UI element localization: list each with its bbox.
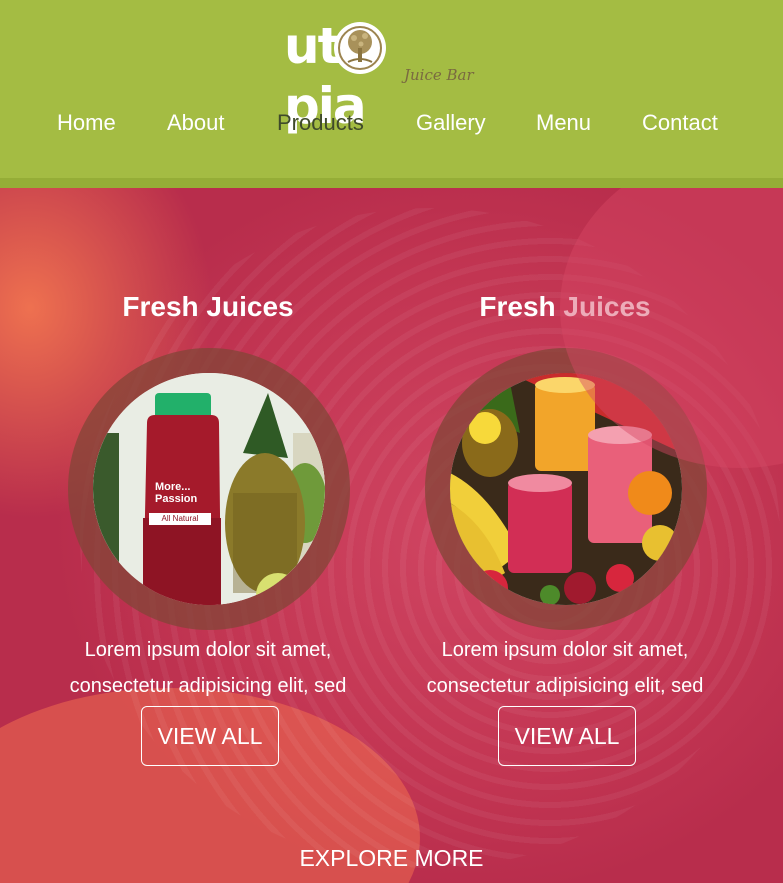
card-description-line1: Lorem ipsum dolor sit amet, (84, 639, 332, 661)
image-ring: More... Passion All Natural (68, 348, 350, 630)
site-header: utpia Juice Bar Home About Products Gall… (0, 0, 783, 178)
card-description: Lorem ipsum dolor sit amet, consectetur … (400, 632, 730, 704)
bottle-tag: All Natural (149, 513, 211, 525)
nav-products[interactable]: Products (277, 108, 364, 138)
nav-gallery[interactable]: Gallery (416, 108, 486, 138)
logo-subtitle: Juice Bar (404, 66, 474, 84)
product-card-bottled: Fresh Juices More... Passion All Natural… (43, 188, 373, 788)
view-all-button[interactable]: VIEW ALL (498, 706, 636, 766)
bottle-label-line2: Passion (155, 493, 198, 505)
bottle-label-line1: More... (155, 481, 191, 493)
card-description-line2: consectetur adipisicing elit, sed (69, 675, 347, 697)
smoothies-fruit-photo (450, 373, 682, 605)
tree-of-life-icon (334, 22, 386, 74)
header-divider (0, 178, 783, 188)
card-description-line1: Lorem ipsum dolor sit amet, (441, 639, 689, 661)
main-nav: Home About Products Gallery Menu Contact (0, 108, 783, 138)
site-logo[interactable]: utpia Juice Bar (284, 14, 474, 135)
bottle-label: More... Passion (155, 481, 197, 505)
explore-more-link[interactable]: EXPLORE MORE (0, 843, 783, 873)
products-hero: Fresh Juices More... Passion All Natural… (0, 188, 783, 883)
view-all-button[interactable]: VIEW ALL (141, 706, 279, 766)
product-card-smoothies: Fresh Juices Lorem ipsum dolor sit amet,… (400, 188, 730, 788)
bottle-tag-text: All Natural (161, 514, 199, 523)
nav-contact[interactable]: Contact (642, 108, 718, 138)
logo-text-left: ut (284, 17, 341, 75)
card-description-line2: consectetur adipisicing elit, sed (426, 675, 704, 697)
nav-home[interactable]: Home (57, 108, 116, 138)
card-title: Fresh Juices (122, 291, 294, 322)
nav-about[interactable]: About (167, 108, 225, 138)
juice-bottle-photo: More... Passion All Natural (93, 373, 325, 605)
card-title: Fresh Juices (479, 291, 651, 322)
nav-menu[interactable]: Menu (536, 108, 591, 138)
image-ring (425, 348, 707, 630)
card-description: Lorem ipsum dolor sit amet, consectetur … (43, 632, 373, 704)
